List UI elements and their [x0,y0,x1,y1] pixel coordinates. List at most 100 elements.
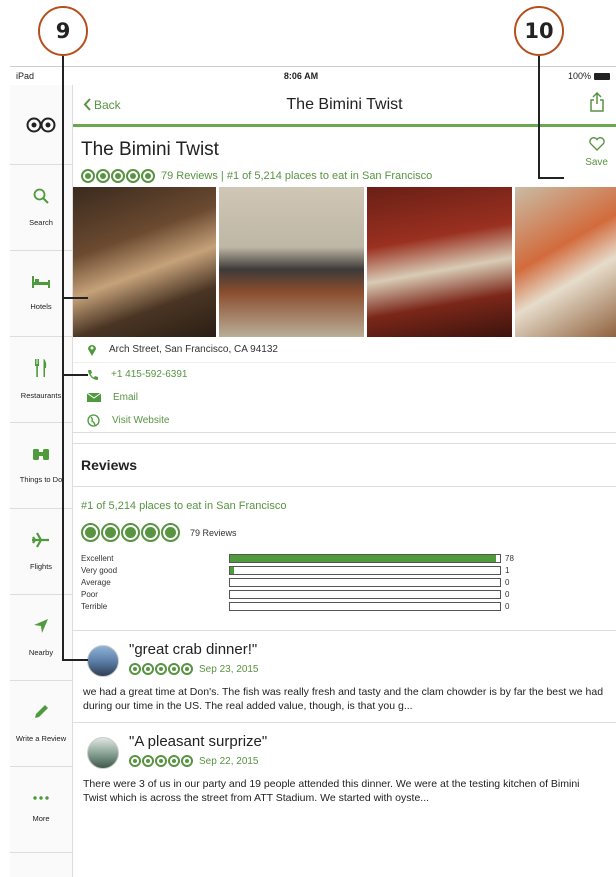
distribution-row-average[interactable]: Average 0 [81,576,616,588]
distribution-label: Very good [81,565,118,575]
photo-table-setting[interactable] [367,187,512,337]
rating-bubbles [81,169,155,183]
reviewer-avatar[interactable] [87,645,119,677]
website-link[interactable]: Visit Website [112,415,169,426]
phone-icon [88,369,98,380]
restaurant-name: The Bimini Twist [81,139,219,160]
ipad-screen: iPad 8:06 AM 100% Search Hotels Restaura… [10,66,616,877]
callout-9-tick-photos [62,297,88,299]
bed-icon [32,276,50,288]
distribution-bar [229,601,501,611]
distribution-count: 78 [505,553,514,563]
distribution-fill [230,566,234,574]
heart-icon [588,137,605,151]
rating-summary[interactable]: 79 Reviews | #1 of 5,214 places to eat i… [81,169,432,183]
distribution-label: Average [81,577,111,587]
more-dots-icon [33,796,49,800]
review-title: "great crab dinner!" [129,641,258,658]
sidebar-label-restaurants: Restaurants [20,391,62,400]
pencil-icon [35,705,48,718]
overall-rating-bubbles [81,523,180,542]
distribution-label: Poor [81,589,98,599]
rating-bubble [126,169,140,183]
photo-crab-plate[interactable] [515,187,616,337]
rating-bubble [168,755,180,767]
globe-icon [87,414,100,427]
sidebar-item-more[interactable]: More [10,767,72,853]
callout-9-tick-reviews [62,659,88,661]
review-item[interactable]: "great crab dinner!" Sep 23, 2015 we had… [73,630,616,722]
rating-bubble [142,663,154,675]
callout-10: 10 [514,6,564,56]
distribution-row-excellent[interactable]: Excellent 78 [81,552,616,564]
distribution-count: 0 [505,589,510,599]
back-label: Back [94,97,121,112]
rating-bubble [141,523,160,542]
owl-logo-icon [26,117,56,132]
restaurant-header: The Bimini Twist 79 Reviews | #1 of 5,21… [73,127,616,187]
email-link[interactable]: Email [113,392,138,403]
rating-text: 79 Reviews | #1 of 5,214 places to eat i… [161,170,433,182]
ranking-text[interactable]: #1 of 5,214 places to eat in San Francis… [73,500,616,512]
website-row[interactable]: Visit Website [73,409,616,432]
sidebar-label-hotels: Hotels [30,302,52,311]
review-title: "A pleasant surprize" [129,733,268,750]
address-row[interactable]: Arch Street, San Francisco, CA 94132 [73,337,616,363]
callout-9: 9 [38,6,88,56]
overall-rating: 79 Reviews [73,523,616,542]
phone-row[interactable]: +1 415-592-6391 [73,363,616,386]
review-date: Sep 23, 2015 [199,663,259,675]
rating-bubble [155,755,167,767]
rating-bubble [181,755,193,767]
back-button[interactable]: Back [83,98,121,112]
photo-dinner-table[interactable] [73,187,216,337]
sidebar-label-write-review: Write a Review [15,734,67,743]
airplane-icon [32,532,49,548]
sidebar-label-nearby: Nearby [28,648,54,657]
photo-man-with-crabs[interactable] [219,187,364,337]
device-label: iPad [16,71,35,81]
distribution-bar [229,577,501,587]
sidebar-label-more: More [32,814,50,823]
address-text: Arch Street, San Francisco, CA 94132 [109,344,278,355]
rating-bubble [101,523,120,542]
battery-icon [593,72,610,80]
search-icon [33,188,49,204]
distribution-label: Terrible [81,601,108,611]
rating-bubble [96,169,110,183]
review-item[interactable]: "A pleasant surprize" Sep 22, 2015 There… [73,722,616,818]
distribution-row-very-good[interactable]: Very good 1 [81,564,616,576]
distribution-row-terrible[interactable]: Terrible 0 [81,600,616,612]
distribution-count: 0 [505,601,510,611]
contact-info: Arch Street, San Francisco, CA 94132 +1 … [73,337,616,433]
distribution-bar [229,589,501,599]
phone-link[interactable]: +1 415-592-6391 [111,369,187,380]
distribution-row-poor[interactable]: Poor 0 [81,588,616,600]
envelope-icon [87,393,101,402]
rating-bubble [111,169,125,183]
reviews-heading: Reviews [73,443,616,487]
rating-bubble [161,523,180,542]
save-button[interactable]: Save [585,137,608,168]
review-rating-bubbles [129,755,193,767]
save-label: Save [585,157,608,168]
callout-9-tick-address [62,374,88,376]
callout-9-leader [62,56,64,660]
sidebar-label-flights: Flights [29,562,53,571]
distribution-count: 0 [505,577,510,587]
rating-bubble [168,663,180,675]
share-button[interactable] [590,91,604,117]
distribution-count: 1 [505,565,510,575]
rating-bubble [129,663,141,675]
rating-bubble [81,169,95,183]
email-row[interactable]: Email [73,386,616,409]
reviewer-avatar[interactable] [87,737,119,769]
photo-strip[interactable] [73,187,616,337]
review-meta: Sep 22, 2015 [129,755,259,767]
status-time: 8:06 AM [283,71,319,81]
sidebar-item-write-review[interactable]: Write a Review [10,681,72,767]
restaurant-detail: Back The Bimini Twist The Bimini Twist 7… [73,85,616,877]
chevron-left-icon [83,98,91,111]
distribution-label: Excellent [81,553,114,563]
share-icon [590,91,604,112]
